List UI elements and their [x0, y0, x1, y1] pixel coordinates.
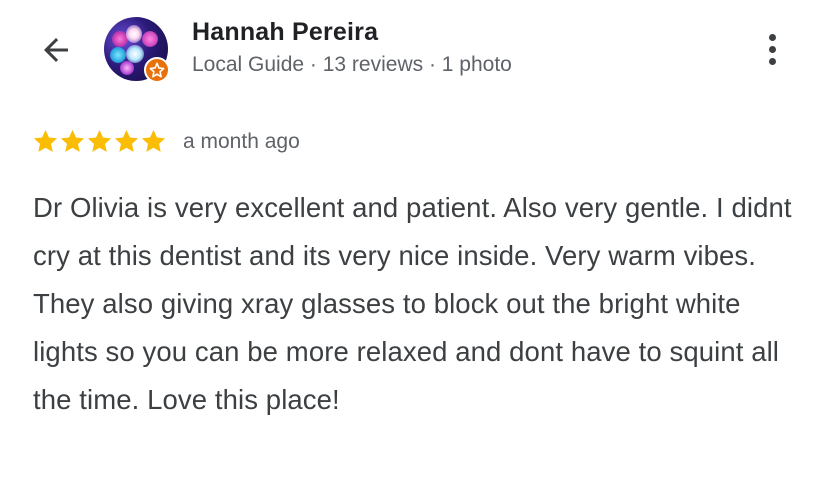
local-guide-badge — [144, 57, 170, 83]
back-button[interactable] — [34, 30, 78, 70]
arrow-back-icon — [44, 38, 68, 62]
local-guide-star-icon — [149, 62, 165, 78]
more-vert-icon — [768, 31, 776, 67]
star-icon — [114, 130, 139, 152]
reviewer-meta: Local Guide · 13 reviews · 1 photo — [192, 53, 512, 76]
reviewer-avatar[interactable] — [104, 17, 170, 83]
reviewer-name[interactable]: Hannah Pereira — [192, 18, 378, 47]
star-icon — [87, 130, 112, 152]
review-text: Dr Olivia is very excellent and patient.… — [33, 192, 792, 415]
star-icon — [33, 130, 58, 152]
star-icon — [141, 130, 166, 152]
more-options-button[interactable] — [752, 26, 792, 72]
star-rating — [32, 128, 167, 155]
star-icon — [60, 130, 85, 152]
review-detail-page: Hannah Pereira Local Guide · 13 reviews … — [0, 0, 828, 497]
rating-row: a month ago — [32, 128, 300, 155]
review-date: a month ago — [183, 129, 300, 153]
